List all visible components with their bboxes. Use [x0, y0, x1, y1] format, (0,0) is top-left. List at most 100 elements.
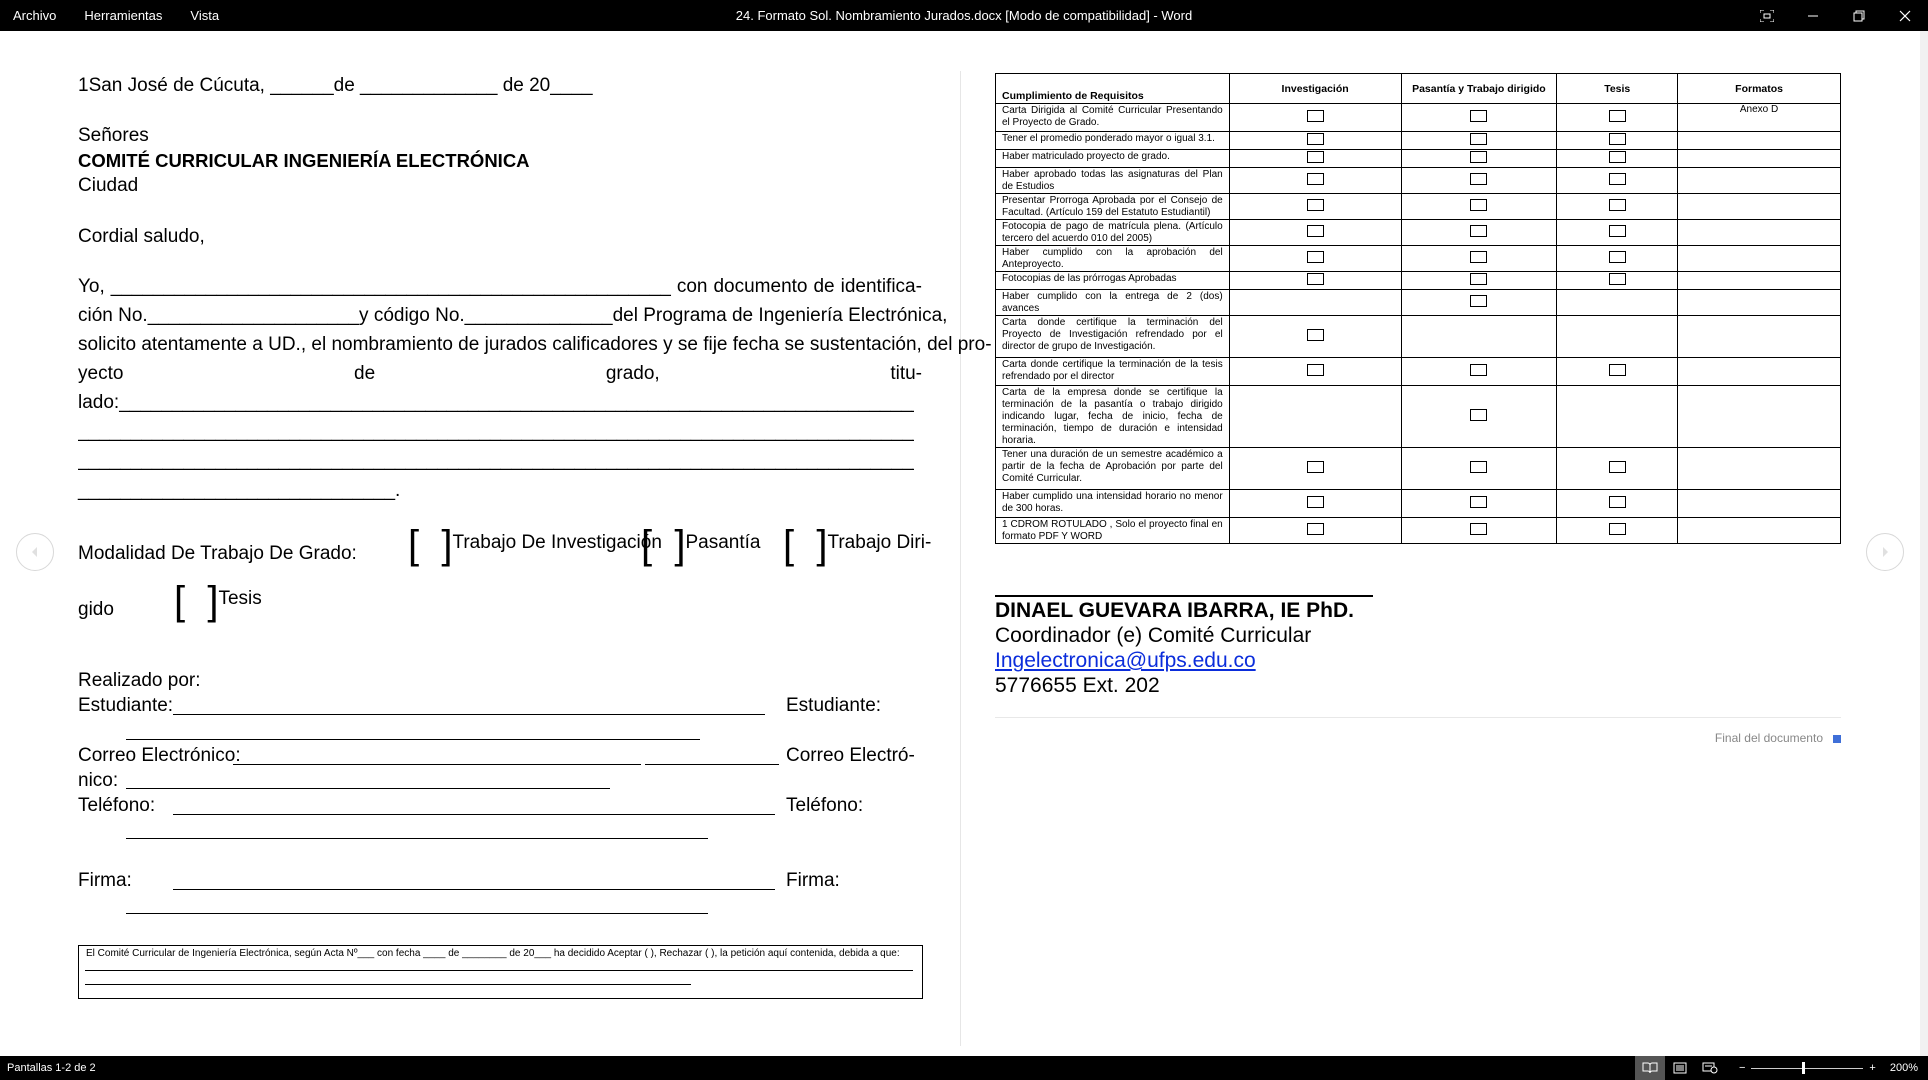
body-text: y código No.______________	[359, 305, 613, 326]
signature-2-label: Firma:	[786, 870, 840, 891]
phone-1-field[interactable]	[173, 814, 775, 815]
email-1-field-extra[interactable]	[645, 764, 779, 765]
requirement-checkbox[interactable]	[1306, 273, 1324, 285]
cell-tes	[1556, 245, 1679, 272]
student-1-field[interactable]	[173, 714, 765, 715]
restore-button[interactable]	[1836, 0, 1882, 31]
cell-inv	[1228, 219, 1402, 246]
requirement-checkbox[interactable]	[1470, 199, 1488, 211]
requirement-checkbox[interactable]	[1470, 409, 1488, 421]
requirement-checkbox[interactable]	[1608, 225, 1626, 237]
table-row: Presentar Prorroga Aprobada por el Conse…	[995, 193, 1841, 220]
print-layout-button[interactable]	[1665, 1056, 1695, 1080]
requirement-checkbox[interactable]	[1470, 364, 1488, 376]
committee-decision-box: El Comité Curricular de Ingeniería Elect…	[78, 945, 923, 999]
web-layout-button[interactable]	[1695, 1056, 1725, 1080]
menu-file[interactable]: Archivo	[0, 8, 70, 23]
requirement-checkbox[interactable]	[1608, 199, 1626, 211]
requirement-checkbox[interactable]	[1306, 496, 1324, 508]
zoom-slider[interactable]	[1751, 1061, 1864, 1074]
requirement-checkbox[interactable]	[1306, 199, 1324, 211]
decision-line[interactable]	[85, 970, 913, 971]
checkbox-investigation[interactable]: [ ]Trabajo De Investigación	[408, 525, 662, 565]
requirement-checkbox[interactable]	[1470, 461, 1488, 473]
name-blank: ________________________________________…	[110, 276, 671, 297]
body-text: de	[813, 276, 835, 297]
requirement-checkbox[interactable]	[1608, 273, 1626, 285]
requirement-checkbox[interactable]	[1470, 173, 1488, 185]
requirement-checkbox[interactable]	[1470, 151, 1488, 163]
signature-1-field[interactable]	[173, 889, 775, 890]
requirement-text: Carta donde certifique la terminación de…	[995, 357, 1230, 386]
vertical-scrollbar[interactable]	[1920, 31, 1928, 1056]
requirements-table: Cumplimiento de Requisitos Investigación…	[995, 73, 1841, 544]
requirement-checkbox[interactable]	[1306, 329, 1324, 341]
read-mode-button[interactable]	[1634, 1056, 1665, 1080]
requirement-checkbox[interactable]	[1470, 295, 1488, 307]
requirement-checkbox[interactable]	[1470, 273, 1488, 285]
requirement-checkbox[interactable]	[1470, 225, 1488, 237]
requirement-checkbox[interactable]	[1306, 225, 1324, 237]
decision-line[interactable]	[85, 984, 691, 985]
checkbox-directed-work[interactable]: [ ]Trabajo Diri-	[783, 525, 931, 565]
requirement-checkbox[interactable]	[1470, 133, 1488, 145]
zoom-slider-thumb[interactable]	[1802, 1061, 1806, 1074]
requirement-checkbox[interactable]	[1470, 496, 1488, 508]
requirement-checkbox[interactable]	[1608, 251, 1626, 263]
requirement-checkbox[interactable]	[1470, 110, 1488, 122]
requirement-checkbox[interactable]	[1608, 461, 1626, 473]
fullscreen-button[interactable]	[1744, 0, 1790, 31]
previous-page-button[interactable]	[16, 533, 54, 571]
signatory-role: Coordinador (e) Comité Curricular	[995, 624, 1312, 647]
close-button[interactable]	[1882, 0, 1928, 31]
checkbox-thesis[interactable]: [ ]Tesis	[174, 581, 262, 621]
signatory-email-link[interactable]: Ingelectronica@ufps.edu.co	[995, 649, 1256, 673]
requirement-checkbox[interactable]	[1306, 461, 1324, 473]
requirement-checkbox[interactable]	[1608, 496, 1626, 508]
menu-view[interactable]: Vista	[176, 8, 233, 23]
table-row: Haber matriculado proyecto de grado.	[995, 149, 1841, 168]
next-page-button[interactable]	[1866, 533, 1904, 571]
requirement-checkbox[interactable]	[1470, 251, 1488, 263]
header-formats: Formatos	[1677, 73, 1841, 104]
cell-tes	[1556, 357, 1679, 386]
requirement-checkbox[interactable]	[1470, 523, 1488, 535]
requirement-checkbox[interactable]	[1608, 133, 1626, 145]
requirement-text: Fotocopia de pago de matrícula plena. (A…	[995, 219, 1230, 246]
email-1-field[interactable]	[233, 764, 641, 765]
requirement-checkbox[interactable]	[1306, 110, 1324, 122]
body-text: con	[676, 276, 708, 297]
requirement-text: Fotocopias de las prórrogas Aprobadas	[995, 271, 1230, 290]
requirement-checkbox[interactable]	[1306, 133, 1324, 145]
format-cell	[1677, 357, 1841, 386]
document-area[interactable]: 1San José de Cúcuta, ______de __________…	[0, 31, 1928, 1056]
cell-tes	[1556, 103, 1679, 132]
zoom-out-icon[interactable]: −	[1739, 1062, 1745, 1074]
student-2-field[interactable]	[126, 739, 700, 740]
zoom-level[interactable]: 200%	[1890, 1062, 1918, 1074]
cell-inv	[1228, 149, 1402, 168]
minimize-button[interactable]	[1790, 0, 1836, 31]
requirement-checkbox[interactable]	[1306, 364, 1324, 376]
requirement-checkbox[interactable]	[1608, 364, 1626, 376]
cell-tes	[1556, 149, 1679, 168]
requirement-checkbox[interactable]	[1608, 173, 1626, 185]
signature-2-field[interactable]	[126, 913, 708, 914]
requirement-checkbox[interactable]	[1608, 151, 1626, 163]
requirement-checkbox[interactable]	[1306, 173, 1324, 185]
menu-tools[interactable]: Herramientas	[70, 8, 176, 23]
window-title: 24. Formato Sol. Nombramiento Jurados.do…	[735, 8, 1193, 23]
requirement-checkbox[interactable]	[1608, 110, 1626, 122]
requirement-checkbox[interactable]	[1306, 251, 1324, 263]
format-cell	[1677, 315, 1841, 358]
requirement-checkbox[interactable]	[1608, 523, 1626, 535]
email-2-field[interactable]	[126, 788, 610, 789]
requirement-checkbox[interactable]	[1306, 523, 1324, 535]
checkbox-internship[interactable]: [ ]Pasantía	[641, 525, 760, 565]
cell-tes	[1556, 447, 1679, 490]
requirement-checkbox[interactable]	[1306, 151, 1324, 163]
zoom-in-icon[interactable]: +	[1869, 1062, 1875, 1074]
cell-inv	[1228, 517, 1402, 544]
phone-2-field[interactable]	[126, 838, 708, 839]
title-bar: 24. Formato Sol. Nombramiento Jurados.do…	[0, 0, 1928, 31]
